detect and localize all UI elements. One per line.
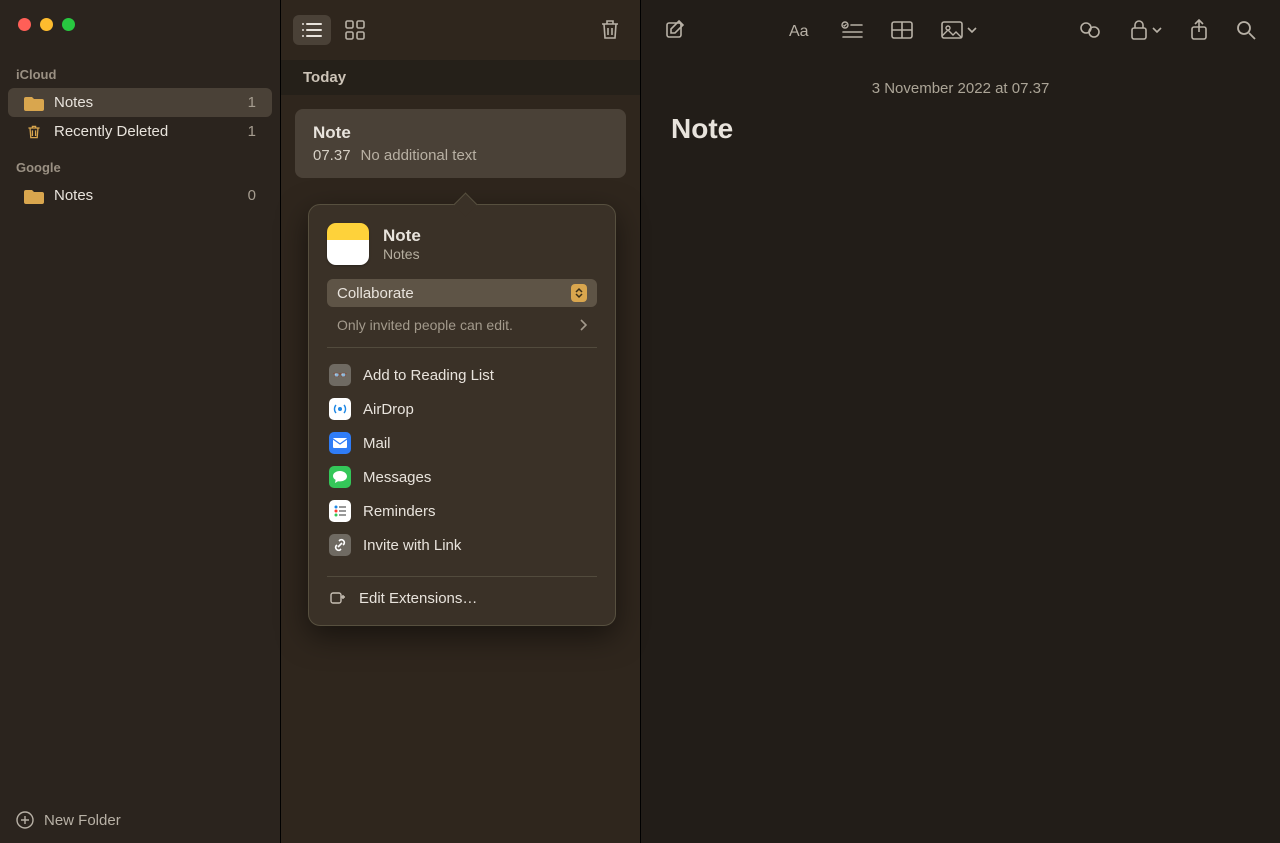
share-option-airdrop[interactable]: AirDrop xyxy=(327,392,597,426)
editor-pane: Aa 3 November 2022 at 07.37 Note xyxy=(641,0,1280,843)
link-icon xyxy=(329,534,351,556)
svg-text:Aa: Aa xyxy=(789,23,809,39)
sidebar-item-count: 0 xyxy=(248,187,256,204)
trash-icon xyxy=(600,19,620,41)
note-card-title: Note xyxy=(313,123,608,143)
sidebar-item-label: Recently Deleted xyxy=(54,123,168,140)
list-view-button[interactable] xyxy=(293,15,331,45)
checklist-icon xyxy=(841,21,863,39)
sidebar-item-notes[interactable]: Notes 1 xyxy=(8,88,272,117)
share-option-messages[interactable]: Messages xyxy=(327,460,597,494)
grid-view-button[interactable] xyxy=(345,20,365,40)
note-heading: Note xyxy=(671,113,1250,145)
minimize-window-button[interactable] xyxy=(40,18,53,31)
search-icon xyxy=(1236,20,1256,40)
share-option-reminders[interactable]: Reminders xyxy=(327,494,597,528)
share-option-label: Add to Reading List xyxy=(363,367,494,384)
share-popover-title: Note xyxy=(383,226,421,246)
chevron-down-icon xyxy=(1152,27,1162,33)
note-card-preview: No additional text xyxy=(361,147,477,164)
new-folder-label: New Folder xyxy=(44,812,121,829)
checklist-button[interactable] xyxy=(841,21,863,39)
list-icon xyxy=(301,21,323,39)
note-card-subline: 07.37 No additional text xyxy=(313,147,608,164)
share-button[interactable] xyxy=(1190,19,1208,41)
share-option-invite-link[interactable]: Invite with Link xyxy=(327,528,597,562)
notes-list-header: Today xyxy=(281,60,640,95)
edit-extensions-button[interactable]: Edit Extensions… xyxy=(327,577,597,607)
note-date: 3 November 2022 at 07.37 xyxy=(671,80,1250,97)
folder-icon xyxy=(24,188,44,204)
close-window-button[interactable] xyxy=(18,18,31,31)
grid-icon xyxy=(345,20,365,40)
share-popover: Note Notes Collaborate Only invited peop… xyxy=(308,204,616,626)
sidebar-item-recently-deleted[interactable]: Recently Deleted 1 xyxy=(8,117,272,146)
share-popover-header: Note Notes xyxy=(327,223,597,265)
reminders-icon xyxy=(329,500,351,522)
chevron-up-down-icon xyxy=(571,284,587,302)
share-option-mail[interactable]: Mail xyxy=(327,426,597,460)
sidebar-section-icloud: iCloud Notes 1 Recently Deleted 1 xyxy=(0,61,280,146)
sidebar-item-count: 1 xyxy=(248,123,256,140)
share-options-list: 👓 Add to Reading List AirDrop Mail Mes xyxy=(327,348,597,577)
maximize-window-button[interactable] xyxy=(62,18,75,31)
notes-list-pane: Today Note 07.37 No additional text Note … xyxy=(280,0,641,843)
sidebar-section-google: Google Notes 0 xyxy=(0,154,280,210)
format-text-button[interactable]: Aa xyxy=(789,21,813,39)
editor-toolbar: Aa xyxy=(641,0,1280,60)
folder-icon xyxy=(24,95,44,111)
trash-icon xyxy=(24,124,44,140)
section-label-icloud: iCloud xyxy=(0,61,280,88)
link-note-button[interactable] xyxy=(1078,20,1102,40)
sidebar: iCloud Notes 1 Recently Deleted 1 Google… xyxy=(0,0,280,843)
sidebar-item-label: Notes xyxy=(54,187,93,204)
table-icon xyxy=(891,21,913,39)
sidebar-item-count: 1 xyxy=(248,94,256,111)
compose-icon xyxy=(665,19,687,41)
chevron-down-icon xyxy=(967,27,977,33)
reading-list-icon: 👓 xyxy=(329,364,351,386)
permission-row[interactable]: Only invited people can edit. xyxy=(327,315,597,348)
plus-circle-icon xyxy=(16,811,34,829)
share-option-label: Messages xyxy=(363,469,431,486)
notes-app-icon xyxy=(327,223,369,265)
sidebar-item-google-notes[interactable]: Notes 0 xyxy=(8,181,272,210)
lock-button[interactable] xyxy=(1130,20,1162,40)
mail-icon xyxy=(329,432,351,454)
sidebar-item-label: Notes xyxy=(54,94,93,111)
editor-body[interactable]: 3 November 2022 at 07.37 Note xyxy=(641,60,1280,843)
section-label-google: Google xyxy=(0,154,280,181)
permission-text: Only invited people can edit. xyxy=(337,317,513,333)
window-controls xyxy=(0,18,280,53)
note-card[interactable]: Note 07.37 No additional text xyxy=(295,109,626,178)
share-option-label: Mail xyxy=(363,435,391,452)
table-button[interactable] xyxy=(891,21,913,39)
collaborate-dropdown[interactable]: Collaborate xyxy=(327,279,597,307)
search-button[interactable] xyxy=(1236,20,1256,40)
photo-icon xyxy=(941,21,963,39)
share-option-label: Invite with Link xyxy=(363,537,461,554)
media-button[interactable] xyxy=(941,21,977,39)
share-icon xyxy=(1190,19,1208,41)
text-format-icon: Aa xyxy=(789,21,813,39)
link-circles-icon xyxy=(1078,20,1102,40)
messages-icon xyxy=(329,466,351,488)
new-folder-button[interactable]: New Folder xyxy=(0,797,280,843)
share-option-label: Reminders xyxy=(363,503,436,520)
note-card-time: 07.37 xyxy=(313,147,351,164)
chevron-right-icon xyxy=(579,319,587,331)
delete-note-button[interactable] xyxy=(600,19,620,41)
new-note-button[interactable] xyxy=(665,19,687,41)
share-popover-subtitle: Notes xyxy=(383,246,421,262)
lock-icon xyxy=(1130,20,1148,40)
list-toolbar xyxy=(281,0,640,60)
share-option-label: AirDrop xyxy=(363,401,414,418)
edit-extensions-label: Edit Extensions… xyxy=(359,590,477,607)
share-option-reading-list[interactable]: 👓 Add to Reading List xyxy=(327,358,597,392)
airdrop-icon xyxy=(329,398,351,420)
extensions-icon xyxy=(329,589,347,607)
collaborate-label: Collaborate xyxy=(337,285,414,302)
